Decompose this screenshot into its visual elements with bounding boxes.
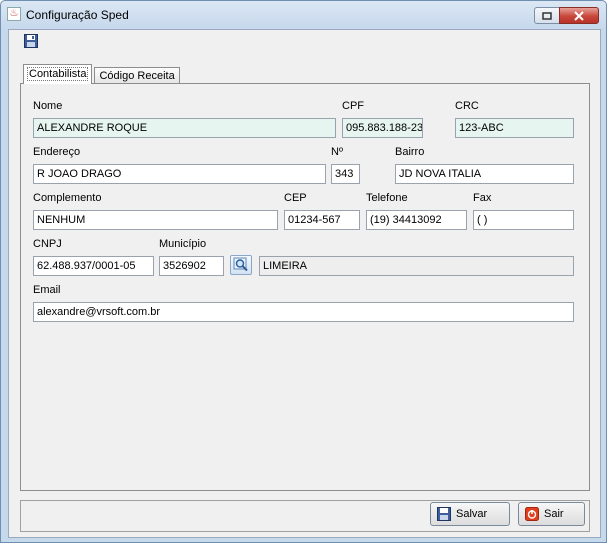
cep-field[interactable]: 01234-567	[284, 210, 360, 230]
window-controls	[534, 7, 599, 24]
endereco-label: Endereço	[33, 146, 81, 158]
endereco-field[interactable]: R JOAO DRAGO	[33, 164, 326, 184]
java-icon: ♨	[7, 7, 21, 21]
salvar-label: Salvar	[456, 508, 488, 520]
numero-field[interactable]: 343	[331, 164, 360, 184]
restore-icon	[542, 11, 552, 20]
municipio-label: Município	[159, 238, 207, 250]
close-icon	[574, 10, 584, 21]
close-button[interactable]	[559, 7, 599, 24]
cpf-field[interactable]: 095.883.188-23	[342, 118, 423, 138]
fax-label: Fax	[473, 192, 492, 204]
bairro-field[interactable]: JD NOVA ITALIA	[395, 164, 574, 184]
cnpj-field[interactable]: 62.488.937/0001-05	[33, 256, 154, 276]
cnpj-label: CNPJ	[33, 238, 62, 250]
title-bar[interactable]: ♨ Configuração Sped	[1, 1, 606, 29]
complemento-field[interactable]: NENHUM	[33, 210, 278, 230]
municipio-search-button[interactable]	[230, 255, 252, 275]
tab-panel-contabilista: Nome ALEXANDRE ROQUE CPF 095.883.188-23 …	[20, 83, 590, 491]
magnifier-icon	[233, 257, 248, 272]
tab-label: Contabilista	[26, 67, 89, 81]
nome-field[interactable]: ALEXANDRE ROQUE	[33, 118, 336, 138]
save-icon[interactable]	[24, 34, 38, 48]
sair-label: Sair	[544, 508, 564, 520]
tab-contabilista[interactable]: Contabilista	[23, 64, 93, 84]
client-area: Contabilista Código Receita Nome ALEXAND…	[8, 29, 601, 538]
email-field[interactable]: alexandre@vrsoft.com.br	[33, 302, 574, 322]
salvar-button[interactable]: Salvar	[430, 502, 510, 526]
cep-label: CEP	[284, 192, 307, 204]
save-icon	[437, 507, 451, 521]
numero-label: Nº	[331, 146, 343, 158]
app-window: ♨ Configuração Sped Contabilista Código …	[0, 0, 607, 543]
municipio-name-field: LIMEIRA	[259, 256, 574, 276]
fax-field[interactable]: ( )	[473, 210, 574, 230]
window-title: Configuração Sped	[26, 8, 129, 22]
crc-field[interactable]: 123-ABC	[455, 118, 574, 138]
telefone-field[interactable]: (19) 34413092	[366, 210, 467, 230]
tab-strip: Contabilista Código Receita	[23, 64, 180, 84]
tab-codigo-receita[interactable]: Código Receita	[94, 67, 180, 84]
restore-button[interactable]	[534, 7, 560, 24]
complemento-label: Complemento	[33, 192, 102, 204]
cpf-label: CPF	[342, 100, 364, 112]
nome-label: Nome	[33, 100, 63, 112]
sair-button[interactable]: Sair	[518, 502, 585, 526]
telefone-label: Telefone	[366, 192, 408, 204]
municipio-code-field[interactable]: 3526902	[159, 256, 224, 276]
crc-label: CRC	[455, 100, 479, 112]
bairro-label: Bairro	[395, 146, 425, 158]
email-label: Email	[33, 284, 61, 296]
power-icon	[525, 507, 539, 521]
